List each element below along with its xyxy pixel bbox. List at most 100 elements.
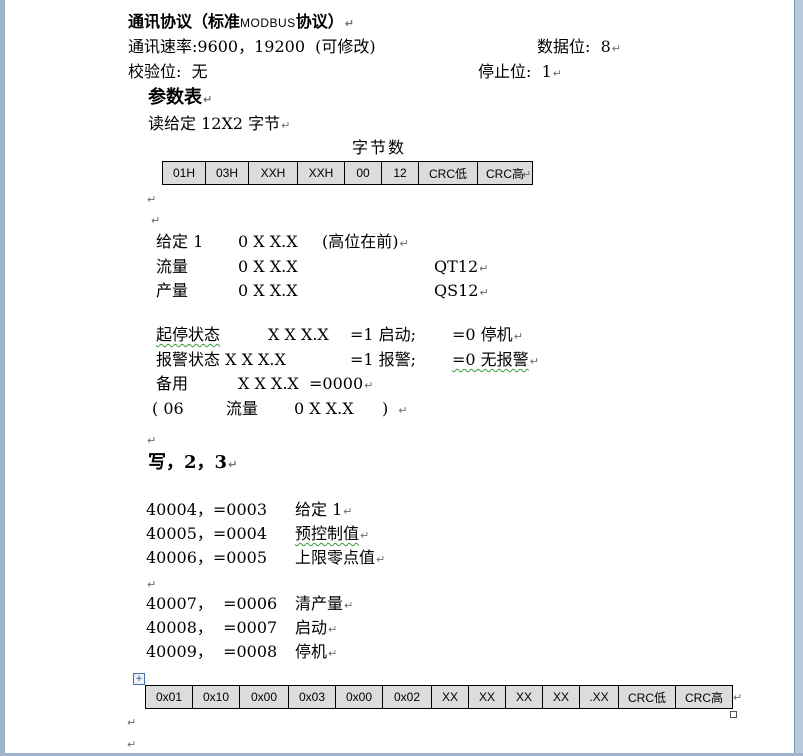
paragraph-mark: ↵ bbox=[360, 529, 370, 542]
write-frame-byte-cell[interactable]: CRC高 bbox=[675, 685, 733, 709]
setpoint-label: 给定 1 bbox=[156, 232, 204, 251]
write-desc-4: 清产量↵ bbox=[295, 594, 353, 616]
spare-label: 备用 bbox=[156, 374, 189, 393]
title-modbus: MODBUS bbox=[240, 16, 296, 30]
paragraph-mark: ↵ bbox=[364, 379, 374, 392]
paragraph-mark: ↵ bbox=[376, 553, 386, 566]
write-desc-3: 上限零点值↵ bbox=[295, 548, 385, 570]
write-frame-byte-cell[interactable]: .XX bbox=[579, 685, 619, 709]
write-frame-byte-cell[interactable]: 0x01 bbox=[145, 685, 193, 709]
comm-rate: 通讯速率:9600，19200 (可修改) bbox=[128, 37, 376, 57]
title-tail: 协议） bbox=[295, 12, 344, 31]
write-frame-byte-cell[interactable]: 0x10 bbox=[192, 685, 240, 709]
flow06-value: 0 X X.X bbox=[294, 399, 354, 418]
write-frame-byte-cell[interactable]: 0x03 bbox=[288, 685, 336, 709]
read-frame-byte-cell[interactable]: 00 bbox=[344, 161, 382, 185]
paragraph-mark: ↵ bbox=[399, 237, 409, 250]
write-desc-2-text: 预控制值 bbox=[295, 524, 360, 543]
write-addr-4: 40007， =0006 bbox=[146, 594, 278, 613]
write-desc-6: 停机↵ bbox=[295, 642, 337, 664]
write-desc-6-text: 停机 bbox=[295, 642, 328, 661]
paragraph-mark: ↵ bbox=[344, 599, 354, 612]
title-main: 通讯协议（标准 bbox=[128, 12, 241, 31]
write-frame-byte-cell[interactable]: 0x00 bbox=[239, 685, 289, 709]
read-frame-byte-cell[interactable]: XXH bbox=[248, 161, 298, 185]
alarm-eq0-text: =0 无报警 bbox=[452, 350, 529, 369]
paragraph-mark: ↵ bbox=[127, 738, 137, 751]
paragraph-mark: ↵ bbox=[344, 17, 354, 30]
read-frame-byte-cell[interactable]: XXH bbox=[297, 161, 345, 185]
paragraph-mark: ↵ bbox=[398, 404, 408, 417]
write-frame-byte-cell[interactable]: CRC低 bbox=[618, 685, 676, 709]
window-frame-left bbox=[0, 0, 5, 756]
read-frame-byte-cell[interactable]: CRC低 bbox=[418, 161, 478, 185]
write-addr-6: 40009， =0008 bbox=[146, 642, 278, 661]
paragraph-mark: ↵ bbox=[328, 623, 338, 636]
read-frame-byte-cell[interactable]: 01H bbox=[162, 161, 206, 185]
write-frame-byte-cell[interactable]: XX bbox=[542, 685, 580, 709]
write-heading: 写，2，3↵ bbox=[148, 453, 237, 475]
table-resize-handle-icon[interactable] bbox=[730, 711, 737, 718]
alarm-eq0: =0 无报警↵ bbox=[452, 350, 539, 372]
startstop-eq0-text: =0 停机 bbox=[452, 325, 513, 344]
paragraph-mark: ↵ bbox=[203, 93, 213, 106]
params-read-text: 读给定 12X2 字节 bbox=[148, 114, 281, 133]
byte-count-label: 字节数 bbox=[352, 138, 406, 158]
paragraph-mark: ↵ bbox=[228, 458, 238, 471]
paragraph-mark: ↵ bbox=[147, 578, 157, 591]
comm-parity: 校验位: 无 bbox=[128, 62, 208, 82]
params-heading: 参数表↵ bbox=[148, 88, 212, 110]
write-frame-row: 0x01 0x10 0x00 0x03 0x00 0x02 XX XX XX XX .XX CRC低 C… bbox=[145, 685, 733, 709]
comm-databits-text: 数据位: 8 bbox=[537, 37, 611, 56]
flow06-label: 流量 bbox=[226, 399, 259, 418]
write-desc-5-text: 启动 bbox=[295, 618, 328, 637]
comm-stopbits: 停止位: 1↵ bbox=[478, 62, 562, 84]
write-frame-byte-cell[interactable]: 0x02 bbox=[382, 685, 432, 709]
setpoint-value: 0 X X.X bbox=[238, 232, 298, 251]
write-frame-byte-cell[interactable]: XX bbox=[431, 685, 469, 709]
flow06-open: ( 06 bbox=[152, 399, 184, 418]
params-heading-text: 参数表 bbox=[148, 87, 202, 108]
startstop-eq1: =1 启动; bbox=[350, 325, 417, 344]
table-move-handle-icon[interactable]: + bbox=[133, 673, 145, 685]
params-read: 读给定 12X2 字节↵ bbox=[148, 114, 290, 136]
flow06-close-text: ) bbox=[382, 399, 389, 418]
paragraph-mark: ↵ bbox=[127, 716, 137, 729]
doc-title: 通讯协议（标准MODBUS协议）↵ bbox=[128, 12, 354, 34]
write-desc-5: 启动↵ bbox=[295, 618, 337, 640]
flow-code-text: QT12 bbox=[434, 257, 479, 276]
comm-stopbits-text: 停止位: 1 bbox=[478, 62, 552, 81]
comm-parity-text: 校验位: 无 bbox=[128, 62, 208, 81]
write-desc-1-text: 给定 1 bbox=[295, 500, 343, 519]
flow06-close: ) ↵ bbox=[382, 399, 407, 421]
write-frame-byte-cell[interactable]: XX bbox=[468, 685, 506, 709]
paragraph-mark: ↵ bbox=[281, 119, 291, 132]
output-code-text: QS12 bbox=[434, 281, 479, 300]
paragraph-mark: ↵ bbox=[529, 355, 539, 368]
paragraph-mark: ↵ bbox=[147, 434, 157, 447]
alarm-label: 报警状态 X X X.X bbox=[156, 350, 286, 369]
paragraph-mark: ↵ bbox=[151, 214, 161, 227]
read-frame-byte-cell[interactable]: 03H bbox=[205, 161, 249, 185]
output-code: QS12↵ bbox=[434, 281, 489, 303]
write-addr-3: 40006，=0005 bbox=[146, 548, 268, 567]
window-frame-right bbox=[794, 0, 803, 756]
flow-label: 流量 bbox=[156, 257, 189, 276]
alarm-eq1: =1 报警; bbox=[350, 350, 417, 369]
read-frame-byte-cell[interactable]: 12 bbox=[381, 161, 419, 185]
read-frame-row: 01H 03H XXH XXH 00 12 CRC低 CRC高 bbox=[162, 161, 533, 185]
write-frame-byte-cell[interactable]: XX bbox=[505, 685, 543, 709]
paragraph-mark: ↵ bbox=[479, 286, 489, 299]
paragraph-mark: ↵ bbox=[611, 42, 621, 55]
setpoint-note: (高位在前)↵ bbox=[322, 232, 409, 254]
flow-value: 0 X X.X bbox=[238, 257, 298, 276]
byte-count-text: 字节数 bbox=[352, 138, 407, 157]
write-desc-3-text: 上限零点值 bbox=[295, 548, 376, 567]
paragraph-mark: ↵ bbox=[733, 691, 743, 704]
output-label: 产量 bbox=[156, 281, 189, 300]
spare-value: X X X.X =0000↵ bbox=[238, 374, 373, 396]
write-desc-2: 预控制值↵ bbox=[295, 524, 369, 546]
paragraph-mark: ↵ bbox=[343, 505, 353, 518]
paragraph-mark: ↵ bbox=[328, 647, 338, 660]
write-frame-byte-cell[interactable]: 0x00 bbox=[335, 685, 383, 709]
